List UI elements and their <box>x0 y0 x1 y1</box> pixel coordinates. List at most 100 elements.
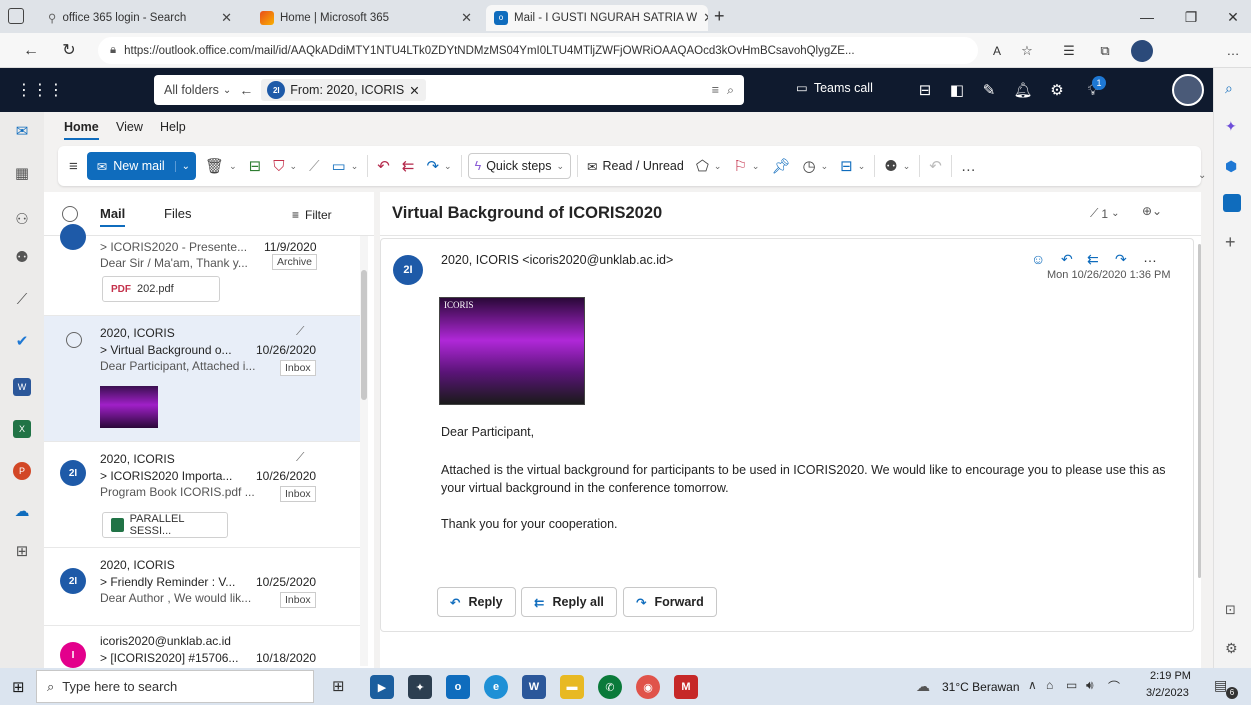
more-options-button[interactable]: … <box>958 158 979 175</box>
reply-all-button[interactable]: ⇇ Reply all <box>521 587 617 617</box>
excel-icon[interactable]: X <box>10 416 34 440</box>
list-item[interactable]: 2I 2020, ICORIS ⟋ > ICORIS2020 Importa..… <box>44 442 362 548</box>
undo-button[interactable]: ↶ <box>926 157 945 175</box>
refresh-icon[interactable]: ↻ <box>58 41 80 61</box>
image-thumbnail[interactable] <box>100 386 158 428</box>
reply-all-icon[interactable]: ⇇ <box>1087 251 1099 268</box>
app-icon[interactable]: ✦ <box>408 675 432 699</box>
reply-button[interactable]: ↶ Reply <box>437 587 516 617</box>
search-filter-chip[interactable]: 2I From: 2020, ICORIS ✕ <box>261 79 426 101</box>
reply-icon[interactable]: ↶ <box>1061 251 1073 268</box>
gear-icon[interactable]: ⚙ <box>1225 640 1238 657</box>
file-explorer-icon[interactable]: ▬ <box>560 675 584 699</box>
read-unread-button[interactable]: ✉ Read / Unread <box>584 159 687 174</box>
close-window-button[interactable]: ✕ <box>1218 6 1248 28</box>
add-icon[interactable]: + <box>1225 232 1236 253</box>
delete-button[interactable]: 🗑︎ ⌄ <box>202 157 240 175</box>
speaker-icon[interactable]: 🔊︎ <box>1086 678 1094 693</box>
todo-icon[interactable]: ✔ <box>10 330 34 354</box>
bell-icon[interactable]: 🔔︎ <box>1012 80 1034 102</box>
hamburger-icon[interactable]: ≡ <box>66 158 81 175</box>
battery-icon[interactable]: ▭ <box>1066 678 1077 692</box>
collections-icon[interactable]: ⧉ <box>1094 41 1116 61</box>
new-mail-button[interactable]: ✉ New mail ⌄ <box>86 152 197 180</box>
word-icon[interactable]: W <box>10 374 34 398</box>
favorites-icon[interactable]: ☰ <box>1058 41 1080 61</box>
tab-outlook-mail[interactable]: o Mail - I GUSTI NGURAH SATRIA W ✕ <box>486 5 708 31</box>
restore-button[interactable]: ❐ <box>1176 6 1206 28</box>
groups-button[interactable]: ⚉ ⌄ <box>881 157 913 175</box>
calendar-icon[interactable]: ▦ <box>10 162 34 186</box>
powerpoint-icon[interactable]: P <box>10 458 34 482</box>
close-tab-icon[interactable]: ✕ <box>461 10 472 26</box>
rules-button[interactable]: ⊟ ⌄ <box>837 157 868 175</box>
close-tab-icon[interactable]: ✕ <box>221 10 232 26</box>
search-icon[interactable]: ⌕ <box>1225 80 1233 97</box>
filter-button[interactable]: ≡ Filter <box>292 208 332 222</box>
teams-call-button[interactable]: ▭ Teams call <box>796 80 873 96</box>
office-icon[interactable]: ◧ <box>946 80 968 102</box>
tab-bing-search[interactable]: ⚲ office 365 login - Search ✕ <box>40 5 240 31</box>
message-list-scrollbar[interactable] <box>360 236 368 666</box>
zoom-icon[interactable]: ⊕⌄ <box>1142 204 1162 218</box>
ribbon-collapse-icon[interactable]: ⌄ <box>1198 170 1206 181</box>
sender-line[interactable]: 2020, ICORIS <icoris2020@unklab.ac.id> <box>441 253 673 267</box>
mail-icon[interactable]: ✉ <box>10 120 34 144</box>
more-icon[interactable]: … <box>1143 249 1157 265</box>
archive-button[interactable]: ⊟ <box>246 157 265 175</box>
outlook-icon[interactable] <box>1223 194 1241 212</box>
read-aloud-icon[interactable]: A <box>986 41 1008 61</box>
search-input[interactable]: All folders ⌄ ← 2I From: 2020, ICORIS ✕ … <box>154 75 744 105</box>
forward-button[interactable]: ↷ ⌄ <box>423 157 454 175</box>
gear-icon[interactable]: ⚙ <box>1046 80 1068 102</box>
forward-icon[interactable]: ↷ <box>1115 251 1127 268</box>
chrome-icon[interactable]: ◉ <box>636 675 660 699</box>
back-icon[interactable]: ← <box>20 41 42 61</box>
select-checkbox[interactable] <box>66 332 82 348</box>
close-icon[interactable]: ✕ <box>409 83 419 98</box>
categorize-button[interactable]: ⬠ ⌄ <box>693 157 725 175</box>
taskbar-search-input[interactable]: ⌕ Type here to search <box>36 670 314 703</box>
attached-image[interactable]: ICORIS <box>439 297 585 405</box>
sidebar-toggle-icon[interactable]: ⊡ <box>1225 602 1236 618</box>
sweep-button[interactable]: ⟋ <box>306 158 323 175</box>
copilot-icon[interactable]: ✦ <box>1225 118 1237 135</box>
move-button[interactable]: ▭ ⌄ <box>329 157 362 175</box>
address-bar[interactable]: 🔒︎ https://outlook.office.com/mail/id/AA… <box>98 37 978 64</box>
more-apps-icon[interactable]: ⊞ <box>10 540 34 564</box>
account-avatar[interactable] <box>1172 74 1204 106</box>
wifi-icon[interactable]: ⌒ <box>1108 678 1120 695</box>
whatsapp-icon[interactable]: ✆ <box>598 675 622 699</box>
tab-view[interactable]: View <box>116 120 143 134</box>
onedrive-icon[interactable]: ☁ <box>10 500 34 524</box>
app-icon[interactable]: ▶ <box>370 675 394 699</box>
pin-button[interactable]: 📌︎ <box>768 157 793 175</box>
discover-icon[interactable]: ⬢ <box>1225 158 1237 175</box>
more-icon[interactable]: … <box>1222 41 1244 61</box>
people-icon[interactable]: ⚇ <box>10 208 34 232</box>
scrollbar-thumb[interactable] <box>361 270 367 400</box>
reply-button[interactable]: ↶ <box>374 157 393 175</box>
tab-help[interactable]: Help <box>160 120 186 134</box>
attachment-chip[interactable]: PARALLEL SESSI... <box>102 512 228 538</box>
network-icon[interactable]: ⌂ <box>1046 678 1053 692</box>
task-view-icon[interactable]: ⊞ <box>332 677 345 695</box>
edge-taskbar-icon[interactable]: e <box>484 675 508 699</box>
filter-icon[interactable]: ≡ <box>712 83 719 97</box>
whiteboard-icon[interactable]: ⊟ <box>914 80 936 102</box>
attachment-chip[interactable]: PDF 202.pdf <box>102 276 220 302</box>
list-item[interactable]: 2I 2020, ICORIS > Friendly Reminder : V.… <box>44 548 362 626</box>
forward-button[interactable]: ↷ Forward <box>623 587 717 617</box>
mcafee-icon[interactable]: M <box>674 675 698 699</box>
minimize-button[interactable]: — <box>1132 6 1162 28</box>
folder-scope-dropdown[interactable]: All folders ⌄ <box>164 83 231 97</box>
clock-time[interactable]: 2:19 PM <box>1150 670 1191 682</box>
report-button[interactable]: ⛉ ⌄ <box>270 158 300 175</box>
chevron-down-icon[interactable]: ⌄ <box>174 160 196 172</box>
word-taskbar-icon[interactable]: W <box>522 675 546 699</box>
tab-files[interactable]: Files <box>164 206 191 221</box>
paperclip-icon[interactable]: ⟋ <box>10 288 34 312</box>
tab-actions-icon[interactable] <box>8 8 24 24</box>
search-icon[interactable]: ⌕ <box>727 83 734 98</box>
back-arrow-icon[interactable]: ← <box>239 82 253 98</box>
